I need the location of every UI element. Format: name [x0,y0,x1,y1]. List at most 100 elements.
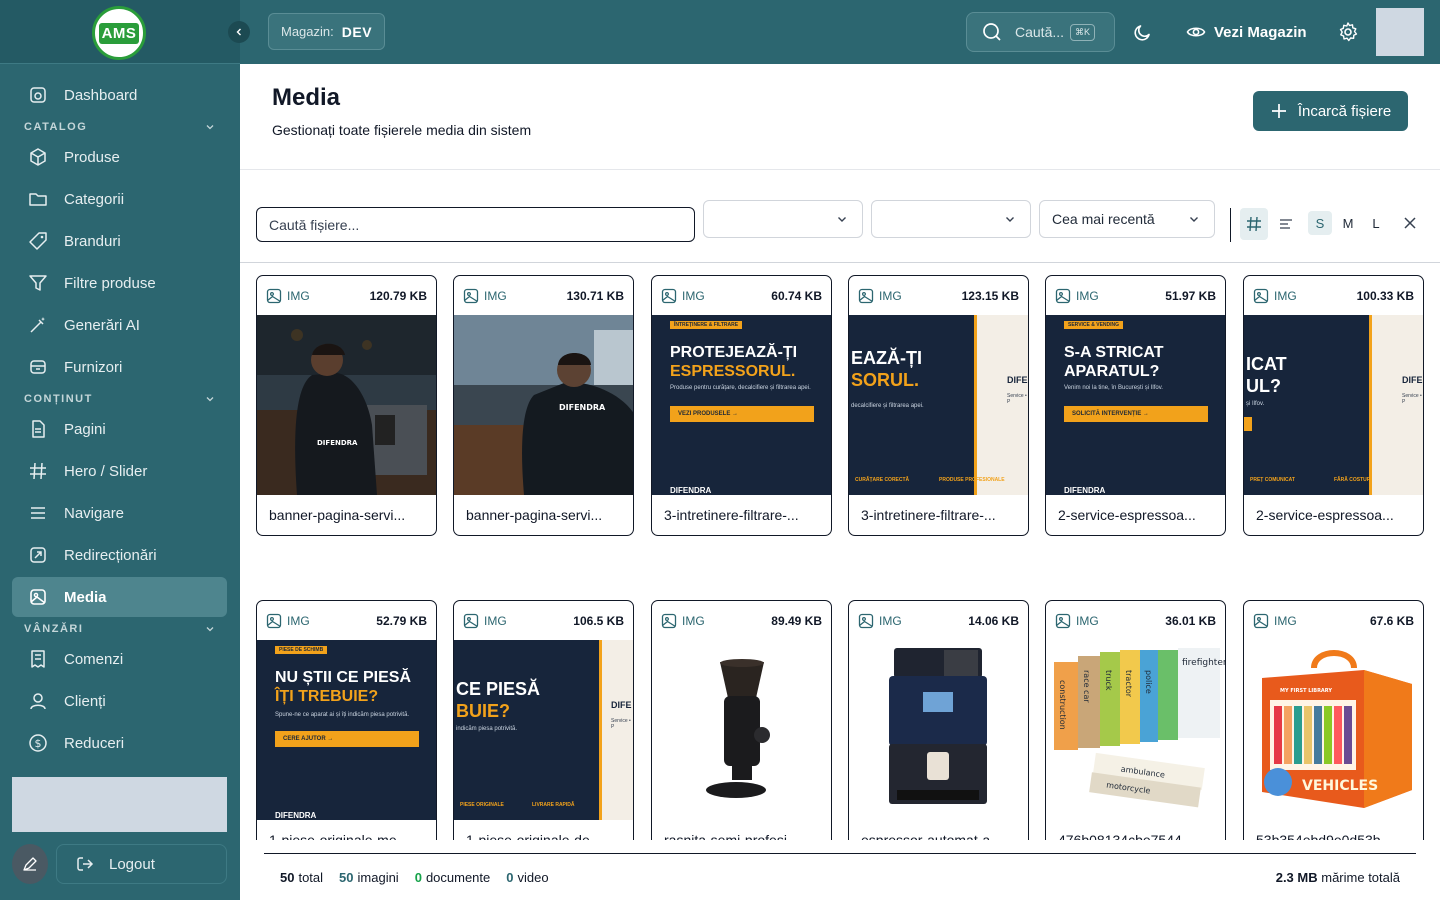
book-spine-label: construction [1058,680,1067,730]
stat-total: 50 total [280,870,323,885]
sidebar-user-card [12,777,227,832]
search-shortcut: ⌘K [1070,23,1096,41]
sidebar-item-branduri[interactable]: Branduri [12,221,227,261]
gear-icon [1339,22,1358,42]
sidebar-item-clienti[interactable]: Clienți [12,681,227,721]
store-selector[interactable]: Magazin: DEV [268,13,386,50]
media-card[interactable]: IMG 89.49 KB rasnita-semi-profesi... [651,600,832,840]
media-thumbnail: ICAT UL? și Ilfov. DIFE Service • P PREȚ … [1244,315,1423,495]
media-stats-footer: 50 total 50 imagini 0 documente 0 video 2.3 … [264,853,1416,900]
global-search-button[interactable]: Caută... ⌘K [966,12,1115,52]
discount-icon: $ [29,734,47,752]
book-spine-label: race car [1082,670,1091,703]
media-card-header: IMG 14.06 KB [849,601,1028,640]
chevron-down-icon [1006,217,1014,222]
image-icon [858,288,874,303]
media-card[interactable]: IMG 36.01 KB construction race car truck [1045,600,1226,840]
logo[interactable]: AMS [92,6,146,60]
image-icon [858,613,874,628]
banner-footer-1: CURĂȚARE CORECTĂ [855,477,910,483]
edit-button[interactable] [12,844,48,884]
store-label: Magazin: [281,24,334,39]
view-store-link[interactable]: Vezi Magazin [1186,18,1307,46]
media-card[interactable]: IMG 100.33 KB ICAT UL? și Ilfov. DIFE Ser… [1243,275,1424,536]
sidebar-item-furnizori[interactable]: Furnizori [12,347,227,387]
sidebar-item-label: Branduri [64,232,121,250]
media-card[interactable]: IMG 120.79 KB DIFENDRA banner-pagina-ser… [256,275,437,536]
svg-text:DIFENDRA: DIFENDRA [317,439,358,447]
sidebar-collapse-button[interactable] [228,21,250,43]
sidebar-item-navigare[interactable]: Navigare [12,493,227,533]
filter-bar: Caută fișiere... Cea mai recentă S M L [240,186,1440,263]
close-icon [1404,217,1416,229]
media-card[interactable]: IMG 51.97 KB SERVICE & VENDING S-A STRIC… [1045,275,1226,536]
banner-brand-sub: Service • P [611,718,631,730]
sidebar-item-comenzi[interactable]: Comenzi [12,639,227,679]
banner-footer-2: FĂRĂ COSTURI [1334,477,1372,483]
banner-headline-2: BUIE? [456,701,510,721]
size-button-l[interactable]: L [1364,211,1388,235]
media-card[interactable]: IMG 14.06 KB espressor-automat-a... [848,600,1029,840]
sidebar-item-produse[interactable]: Produse [12,137,227,177]
list-view-toggle[interactable] [1272,208,1300,240]
upload-files-button[interactable]: Încarcă fișiere [1253,91,1408,131]
media-card[interactable]: IMG 130.71 KB DIFENDRA banner-pagina-ser… [453,275,634,536]
sidebar-item-categorii[interactable]: Categorii [12,179,227,219]
sidebar-item-redirectionari[interactable]: Redirecționări [12,535,227,575]
size-button-m[interactable]: M [1336,211,1360,235]
page-subtitle: Gestionați toate fișierele media din sis… [272,122,532,138]
settings-button[interactable] [1337,21,1359,43]
media-card[interactable]: IMG 106.5 KB CE PIESĂ BUIE? indicăm piesa… [453,600,634,840]
menu-icon [31,507,45,519]
media-card[interactable]: IMG 123.15 KB EAZĂ-ȚI SORUL. decalcifiere… [848,275,1029,536]
size-button-s[interactable]: S [1308,211,1332,235]
image-icon [266,613,282,628]
image-icon [661,613,677,628]
chevron-left-icon [236,28,241,36]
theme-toggle[interactable] [1132,21,1154,43]
sidebar-item-media[interactable]: Media [12,577,227,617]
banner-tag: SERVICE & VENDING [1064,321,1124,329]
sidebar-item-hero-slider[interactable]: Hero / Slider [12,451,227,491]
sort-select[interactable]: Cea mai recentă [1039,200,1215,238]
banner-headline-2: APARATUL? [1064,363,1160,380]
banner-headline-2: ÎȚI TREBUIE? [275,688,379,705]
avatar[interactable] [1376,8,1424,56]
media-filename: banner-pagina-servi... [269,507,406,523]
media-type-label: IMG [287,613,310,628]
folder-filter-select[interactable] [871,200,1031,238]
banner-headline: S-A STRICAT APARATUL? [1064,343,1164,381]
type-filter-select[interactable] [703,200,863,238]
media-size: 52.79 KB [376,613,427,628]
clear-filters-button[interactable] [1400,213,1420,233]
box-subtitle: MY FIRST LIBRARY [1280,688,1332,694]
stat-images-label: imagini [357,869,399,885]
media-card[interactable]: IMG 52.79 KB PIESE DE SCHIMB NU ȘTII CE … [256,600,437,840]
nav-section-catalog[interactable]: CATALOG [12,117,227,137]
moon-icon [1134,25,1150,41]
media-card[interactable]: IMG 60.74 KB ÎNTREȚINERE & FILTRARE PROT… [651,275,832,536]
sidebar-item-reduceri[interactable]: $ Reduceri [12,723,227,763]
sidebar-item-pagini[interactable]: Pagini [12,409,227,449]
media-card-header: IMG 67.6 KB [1244,601,1423,640]
media-card-header: IMG 123.15 KB [849,276,1028,315]
sidebar-item-label: Filtre produse [64,274,156,292]
sidebar-header: AMS [0,0,240,64]
banner-text: și Ilfov. [1246,401,1265,407]
media-type: IMG [463,288,507,304]
sidebar-item-dashboard[interactable]: Dashboard [12,75,227,115]
media-card[interactable]: IMG 67.6 KB VEHICLES MY FIRST LIBRARY 53… [1243,600,1424,840]
stat-total-size: 2.3 MB mărime totală [1276,870,1400,885]
vehicle-books-image: construction race car truck tractor poli… [1054,648,1225,808]
sidebar-item-filtre-produse[interactable]: Filtre produse [12,263,227,303]
banner-headline: PROTEJEAZĂ-ȚI ESPRESSORUL. [670,343,797,381]
logout-button[interactable]: Logout [56,844,227,884]
nav-section-continut[interactable]: CONȚINUT [12,389,227,409]
media-size: 106.5 KB [573,613,624,628]
grid-view-toggle[interactable] [1240,208,1268,240]
sidebar-item-label: Reduceri [64,734,125,752]
file-search-input[interactable]: Caută fișiere... [256,207,695,242]
media-type: IMG [1253,613,1297,629]
nav-section-vanzari[interactable]: VÂNZĂRI [12,619,227,639]
sidebar-item-generari-ai[interactable]: Generări AI [12,305,227,345]
